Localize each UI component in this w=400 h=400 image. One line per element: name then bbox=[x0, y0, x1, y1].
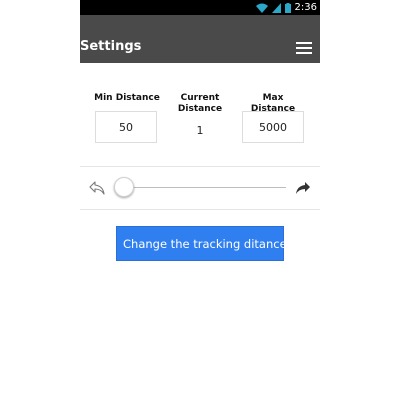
divider-bottom bbox=[80, 209, 320, 210]
distance-slider-thumb[interactable] bbox=[114, 177, 134, 197]
divider-top bbox=[80, 166, 320, 167]
distance-slider-track[interactable] bbox=[124, 187, 286, 188]
current-distance-group: Current Distance bbox=[170, 93, 230, 115]
max-distance-input[interactable] bbox=[242, 111, 304, 143]
min-distance-label: Min Distance bbox=[94, 93, 160, 103]
undo-button[interactable] bbox=[89, 180, 105, 195]
status-bar: 2:36 bbox=[80, 0, 320, 15]
page-title: Settings bbox=[80, 39, 142, 54]
menu-button[interactable] bbox=[296, 40, 312, 54]
current-distance-label-line1: Current bbox=[180, 93, 220, 103]
redo-arrow-icon bbox=[296, 182, 310, 194]
settings-screen: 2:36 Settings Min Distance Current Dista… bbox=[80, 0, 320, 400]
status-icons: 2:36 bbox=[255, 0, 317, 15]
redo-button[interactable] bbox=[295, 180, 311, 194]
min-distance-input[interactable] bbox=[95, 111, 157, 143]
status-time: 2:36 bbox=[294, 2, 317, 13]
undo-arrow-icon bbox=[89, 181, 105, 195]
current-distance-label-line2: Distance bbox=[177, 104, 223, 114]
min-distance-group: Min Distance bbox=[94, 93, 160, 104]
app-bar: Settings bbox=[80, 15, 320, 63]
change-tracking-distance-button[interactable]: Change the tracking ditance bbox=[116, 226, 287, 261]
current-distance-value: 1 bbox=[196, 124, 204, 137]
hamburger-menu-icon bbox=[296, 42, 312, 54]
